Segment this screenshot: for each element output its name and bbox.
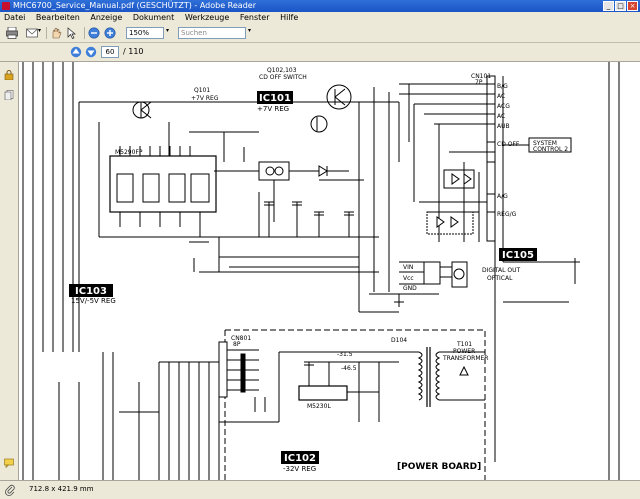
menu-bearbeiten[interactable]: Bearbeiten — [32, 12, 84, 22]
zoom-dropdown-icon[interactable]: ▾ — [166, 27, 169, 39]
ic101-sub-label: +7V REG — [257, 105, 289, 113]
zoom-in-icon[interactable] — [104, 27, 116, 39]
menu-werkzeuge[interactable]: Werkzeuge — [181, 12, 233, 22]
zoom-out-icon[interactable] — [88, 27, 100, 39]
total-pages-label: / 110 — [123, 47, 144, 56]
q101-label: Q101 — [194, 87, 210, 94]
pin-cd-off-label: CD OFF — [497, 141, 520, 148]
ic101-label: IC101 — [259, 93, 291, 104]
circuit-schematic: IC101 +7V REG IC103 15V/-5V REG IC105 DI… — [22, 62, 620, 480]
q101-sub-label: +7V REG — [191, 95, 219, 102]
previous-page-icon[interactable] — [70, 46, 82, 58]
document-view[interactable]: IC101 +7V REG IC103 15V/-5V REG IC105 DI… — [19, 62, 640, 480]
window-title: MHC6700_Service_Manual.pdf (GESCHÜTZT) -… — [13, 1, 256, 10]
email-icon[interactable] — [26, 27, 38, 39]
comment-icon[interactable] — [4, 458, 14, 468]
window-controls: _ □ × — [603, 1, 638, 11]
vin-label: VIN — [403, 264, 413, 271]
pin-reg-g-label: REG/G — [497, 211, 517, 218]
attachment-icon[interactable] — [4, 484, 16, 496]
select-tool-icon[interactable] — [66, 27, 78, 39]
ic102-sub-label: -32V REG — [283, 465, 316, 473]
system-control-label-2: CONTROL 2 — [533, 146, 568, 153]
power-label: POWER — [453, 348, 475, 355]
ic103-label: IC103 — [75, 286, 107, 297]
pin-ac2-label: AC — [497, 113, 505, 120]
menu-anzeige[interactable]: Anzeige — [86, 12, 126, 22]
page-number-field[interactable]: 60 — [101, 46, 119, 58]
print-icon[interactable] — [6, 27, 18, 39]
email-dropdown-icon[interactable]: ▾ — [38, 27, 41, 39]
menu-hilfe[interactable]: Hilfe — [276, 12, 302, 22]
ic102-label: IC102 — [284, 453, 316, 464]
next-page-icon[interactable] — [85, 46, 97, 58]
lock-icon[interactable] — [4, 70, 14, 80]
ic103-part-label: M5290FP — [115, 149, 143, 156]
pages-icon[interactable] — [4, 90, 14, 100]
pin-acg-label: ACG — [497, 103, 510, 110]
q102-label: Q102,103 — [267, 67, 297, 74]
d104-label: D104 — [391, 337, 407, 344]
gnd-label: GND — [403, 285, 417, 292]
cd-off-switch-label: CD OFF SWITCH — [259, 74, 307, 81]
menu-datei[interactable]: Datei — [0, 12, 29, 22]
t101-label: T101 — [456, 341, 472, 348]
pin-b-g-label: B/G — [497, 83, 508, 90]
vcc-label: Vcc — [403, 275, 414, 282]
pin-a-g-label: A/G — [497, 193, 508, 200]
zoom-level-field[interactable]: 150% — [126, 27, 164, 39]
adobe-reader-icon — [2, 2, 10, 10]
pin-aub-label: AUB — [497, 123, 510, 130]
status-bar: 712.8 x 421.9 mm — [0, 480, 640, 499]
pin-ac-label: AC — [497, 93, 505, 100]
toolbar-divider — [84, 27, 85, 39]
voltage-31-5-label: -31.5 — [337, 351, 353, 358]
ic102-part-label: M5230L — [307, 403, 331, 410]
maximize-button[interactable]: □ — [615, 1, 626, 11]
search-field[interactable]: Suchen — [178, 27, 246, 39]
ic105-label: IC105 — [502, 250, 534, 261]
ic103-sub-label: 15V/-5V REG — [71, 297, 116, 305]
power-board-label: [POWER BOARD] — [397, 462, 481, 472]
search-dropdown-icon[interactable]: ▾ — [248, 27, 251, 39]
cn801-pins-label: 8P — [233, 341, 241, 348]
main-toolbar: ▾ 150% ▾ Suchen ▾ — [0, 24, 640, 43]
close-button[interactable]: × — [627, 1, 638, 11]
minimize-button[interactable]: _ — [603, 1, 614, 11]
menu-fenster[interactable]: Fenster — [236, 12, 274, 22]
cn101-pins-label: 7P — [475, 79, 483, 86]
hand-tool-icon[interactable] — [50, 27, 62, 39]
toolbar-divider — [46, 27, 47, 39]
transformer-label: TRANSFORMER — [442, 355, 488, 362]
page-size-label: 712.8 x 421.9 mm — [29, 485, 94, 493]
navigation-toolbar: 60 / 110 — [0, 43, 640, 62]
voltage-46-5-label: -46.5 — [341, 365, 357, 372]
menu-dokument[interactable]: Dokument — [129, 12, 178, 22]
navigation-panel — [0, 62, 19, 480]
ic105-sub-label-1: DIGITAL OUT — [482, 267, 520, 274]
ic105-sub-label-2: OPTICAL — [487, 275, 513, 282]
title-bar: MHC6700_Service_Manual.pdf (GESCHÜTZT) -… — [0, 0, 640, 12]
